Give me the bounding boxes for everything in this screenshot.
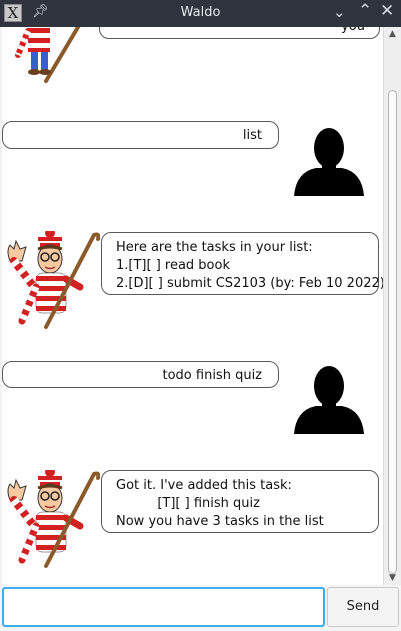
user-message-bubble: list — [2, 121, 279, 149]
message-line: [T][ ] finish quiz — [116, 496, 260, 511]
dialog-container[interactable]: you list — [0, 27, 401, 585]
message-line: todo finish quiz — [162, 368, 263, 383]
message-line: 2.[D][ ] submit CS2103 (by: Feb 10 2022) — [116, 276, 385, 291]
message-line: you — [114, 27, 365, 36]
user-avatar-icon — [294, 364, 364, 434]
message-line: Here are the tasks in your list: — [116, 240, 313, 255]
message-line: Got it. I've added this task: — [116, 478, 292, 493]
message-line: Now you have 3 tasks in the list — [116, 514, 324, 529]
user-message-bubble: todo finish quiz — [2, 361, 279, 388]
send-button[interactable]: Send — [327, 587, 399, 627]
left-edge — [0, 27, 2, 585]
bot-message-bubble: Got it. I've added this task: [T][ ] fin… — [101, 470, 379, 533]
message-input[interactable] — [2, 587, 325, 627]
scrollbar-thumb[interactable] — [388, 90, 397, 574]
scroll-up-arrow-icon[interactable]: ▲ — [384, 29, 401, 39]
title-bar: X 📌︎ Waldo ⌄ ⌃ ✕ — [0, 0, 401, 27]
minimize-icon[interactable]: ⌄ — [333, 3, 346, 21]
bot-message-bubble: Here are the tasks in your list: 1.[T][ … — [101, 232, 385, 295]
waldo-avatar-icon — [10, 27, 100, 90]
scroll-down-arrow-icon[interactable]: ▼ — [384, 573, 401, 583]
close-icon[interactable]: ✕ — [380, 1, 394, 21]
user-avatar-icon — [294, 126, 364, 196]
vertical-scrollbar[interactable]: ▲ ▼ — [383, 27, 401, 585]
message-line: 1.[T][ ] read book — [116, 258, 230, 273]
maximize-icon[interactable]: ⌃ — [358, 1, 372, 21]
waldo-avatar-icon — [0, 467, 101, 570]
message-line: list — [242, 128, 262, 143]
waldo-avatar-icon — [0, 228, 101, 331]
input-bar: Send — [0, 585, 401, 631]
bot-message-bubble: you — [99, 27, 380, 39]
